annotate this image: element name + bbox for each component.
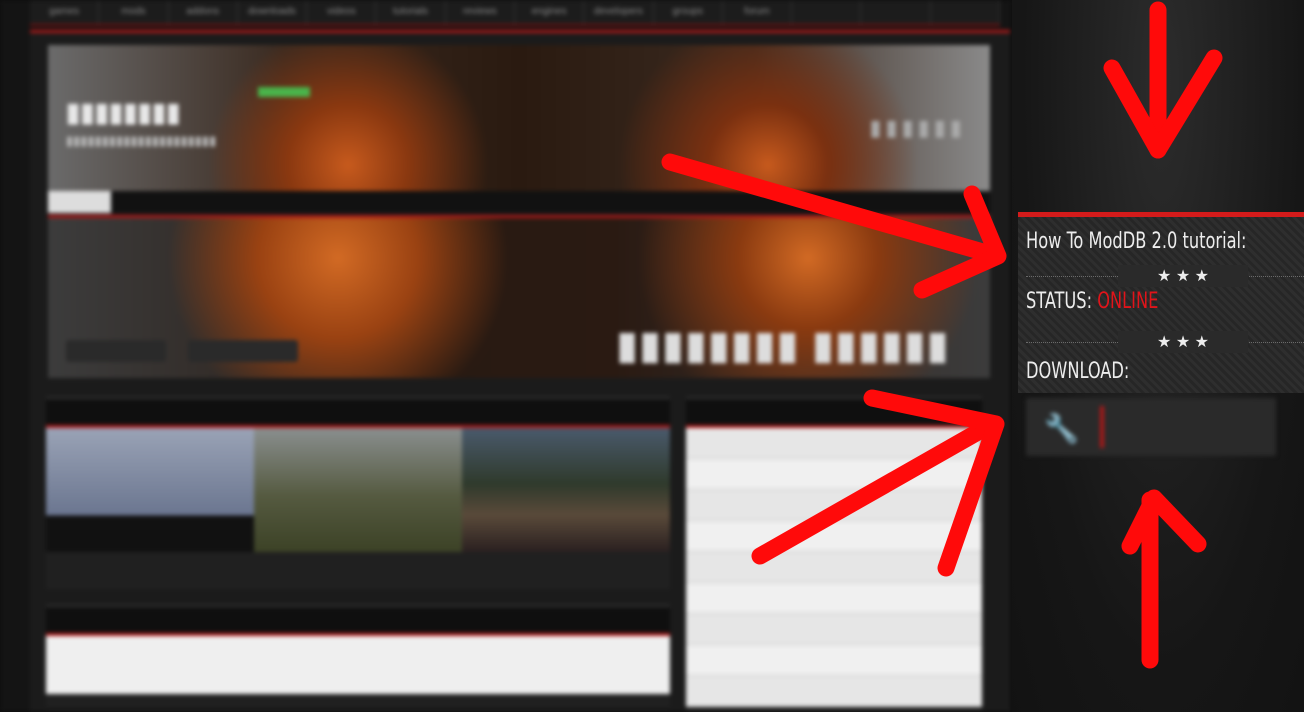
nav-item[interactable]	[792, 0, 862, 24]
profile-tab[interactable]	[550, 191, 613, 213]
details-row	[686, 459, 982, 490]
details-row	[686, 552, 982, 583]
profile-tab[interactable]	[613, 191, 676, 213]
details-row	[686, 428, 982, 459]
nav-item[interactable]: forum	[723, 0, 793, 24]
panel-title	[46, 607, 670, 636]
details-row	[686, 645, 982, 676]
download-label: DOWNLOAD:	[1026, 359, 1130, 384]
stars-icon: ★ ★ ★	[1118, 331, 1248, 353]
details-row	[686, 676, 982, 707]
profile-details-panel	[686, 397, 982, 712]
profile-tab[interactable]	[676, 191, 739, 213]
nav-item[interactable]: videos	[307, 0, 377, 24]
profile-tab[interactable]	[864, 191, 927, 213]
details-row	[686, 521, 982, 552]
profile-tab[interactable]	[739, 191, 802, 213]
profile-tab[interactable]	[425, 191, 488, 213]
profile-tab[interactable]	[236, 191, 299, 213]
nav-item[interactable]: reviews	[446, 0, 515, 24]
top-navigation: games mods addons downloads videos tutor…	[30, 0, 1000, 26]
profile-tab[interactable]	[111, 191, 174, 213]
tutorial-info-box: How To ModDB 2.0 tutorial: ★ ★ ★ STATUS:…	[1018, 212, 1304, 393]
status-value: ONLINE	[1097, 289, 1159, 314]
nav-item[interactable]: tutorials	[376, 0, 446, 24]
status-label: STATUS:	[1026, 289, 1098, 314]
blog-entry[interactable]	[46, 636, 670, 694]
nav-item[interactable]	[931, 0, 1000, 24]
nav-item[interactable]: downloads	[238, 0, 308, 24]
profile-tabs	[48, 191, 990, 213]
panel-title	[686, 399, 982, 428]
media-button[interactable]	[66, 340, 166, 362]
profile-tab[interactable]	[174, 191, 237, 213]
stars-icon: ★ ★ ★	[1118, 265, 1248, 287]
nav-item[interactable]: mods	[99, 0, 169, 24]
star-divider: ★ ★ ★	[1018, 331, 1304, 353]
nav-item[interactable]: groups	[654, 0, 723, 24]
online-indicator	[258, 87, 310, 97]
download-button[interactable]: 🔧	[1026, 398, 1276, 456]
profile-banner: ▮▮▮▮▮▮▮▮ ▮▮▮▮▮▮▮▮▮▮▮▮▮▮▮▮▮▮▮▮▮ ▮▮▮▮▮▮	[48, 45, 990, 193]
panel-title	[46, 399, 670, 428]
thumbnail[interactable]	[46, 428, 254, 552]
status-line: STATUS: ONLINE	[1026, 289, 1158, 314]
profile-tab[interactable]	[802, 191, 865, 213]
media-title: ▮▮▮▮▮▮▮▮ ▮▮▮▮▮▮	[616, 325, 950, 367]
profile-subtitle: ▮▮▮▮▮▮▮▮▮▮▮▮▮▮▮▮▮▮▮▮▮	[66, 133, 217, 148]
star-divider: ★ ★ ★	[1018, 265, 1304, 287]
profile-tab[interactable]	[927, 191, 990, 213]
thumbnail[interactable]	[462, 428, 670, 552]
blurred-profile-page: games mods addons downloads videos tutor…	[0, 0, 1012, 712]
tutorial-title: How To ModDB 2.0 tutorial:	[1026, 229, 1247, 254]
nav-item[interactable]: developers	[584, 0, 654, 24]
banner-logo: ▮▮▮▮▮▮	[869, 115, 966, 140]
profile-tab[interactable]	[362, 191, 425, 213]
profile-username: ▮▮▮▮▮▮▮▮	[66, 97, 181, 127]
profile-tab[interactable]	[48, 191, 111, 213]
featured-media-banner[interactable]: ▮▮▮▮▮▮▮▮ ▮▮▮▮▮▮	[48, 215, 990, 378]
blog-panel	[46, 605, 670, 707]
details-row	[686, 490, 982, 521]
nav-item[interactable]: engines	[515, 0, 585, 24]
thumbnail-row	[46, 428, 670, 552]
media-button[interactable]	[188, 340, 298, 362]
screenshots-panel	[46, 397, 670, 589]
wrench-icon: 🔧	[1044, 413, 1079, 444]
thumbnail[interactable]	[254, 428, 462, 552]
details-row	[686, 583, 982, 614]
button-separator	[1100, 406, 1104, 448]
nav-item[interactable]: addons	[169, 0, 238, 24]
nav-item[interactable]: games	[30, 0, 100, 24]
nav-item[interactable]	[861, 0, 931, 24]
profile-content: ▮▮▮▮▮▮▮▮ ▮▮▮▮▮▮▮▮▮▮▮▮▮▮▮▮▮▮▮▮▮ ▮▮▮▮▮▮ ▮▮…	[30, 30, 1010, 712]
profile-tab[interactable]	[299, 191, 362, 213]
profile-tab[interactable]	[488, 191, 551, 213]
details-rows	[686, 428, 982, 707]
details-row	[686, 614, 982, 645]
